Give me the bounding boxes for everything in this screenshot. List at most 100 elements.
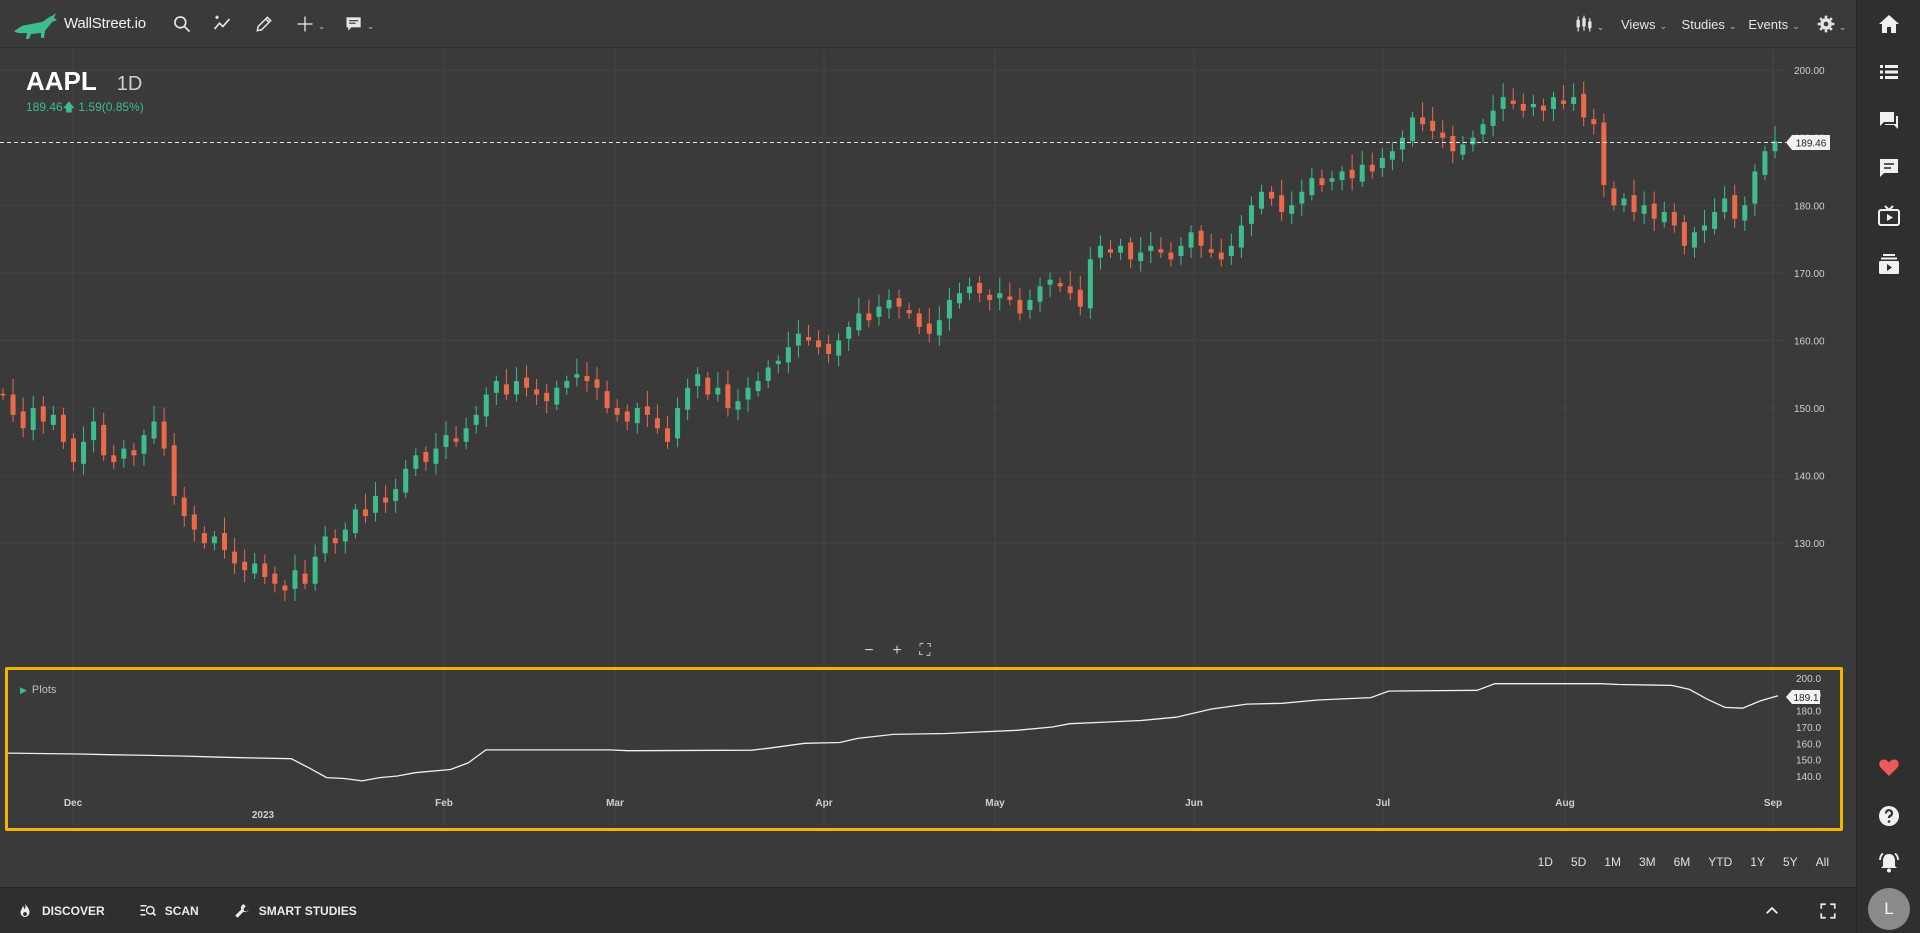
time-axis-label: 2023 <box>252 810 275 821</box>
candle <box>1329 171 1335 191</box>
candle <box>1379 147 1385 177</box>
candle <box>1319 169 1325 193</box>
candle <box>1430 106 1436 140</box>
chevron-down-icon: ⌄ <box>1659 20 1667 31</box>
candle <box>775 355 781 373</box>
candle <box>413 448 419 476</box>
trend-tool-button[interactable] <box>202 0 242 48</box>
time-axis: Dec 2023 Feb Mar Apr May Jun Jul Aug Sep <box>64 798 1782 821</box>
candle <box>906 302 912 319</box>
candle <box>1530 95 1536 117</box>
wrench-icon <box>234 903 249 918</box>
candle <box>30 395 36 441</box>
candle <box>795 319 801 358</box>
price-change-pct: (0.85%) <box>101 100 144 114</box>
range-button[interactable]: 5Y <box>1774 855 1807 869</box>
pencil-icon <box>256 15 272 32</box>
range-button[interactable]: 1D <box>1529 855 1562 869</box>
comments-button[interactable] <box>1875 154 1903 182</box>
study-value-tag-text: 189.1 <box>1793 693 1818 704</box>
zoom-out-icon[interactable]: − <box>862 642 876 660</box>
brand[interactable]: WallStreet.io <box>12 7 162 41</box>
time-axis-label: Aug <box>1555 798 1574 809</box>
candle <box>665 416 670 449</box>
range-button[interactable]: All <box>1807 855 1838 869</box>
candle <box>171 433 177 505</box>
plots-label[interactable]: ▶ Plots <box>20 684 56 696</box>
candle <box>654 404 660 434</box>
smart-studies-button[interactable]: SMART STUDIES <box>233 902 357 920</box>
chart-type-button[interactable]: ⌄ <box>1566 0 1612 48</box>
study-chart[interactable]: 200.0190.0180.0170.0160.0150.0140.0 189.… <box>0 666 1856 836</box>
price-tick-label: 200.00 <box>1794 66 1825 77</box>
annotation-button[interactable]: ⌄ <box>334 0 384 48</box>
price-chart[interactable]: 200.00190.00180.00170.00160.00150.00140.… <box>0 49 1856 666</box>
favorites-button[interactable] <box>1875 753 1903 781</box>
range-button[interactable]: 3M <box>1630 855 1665 869</box>
views-menu[interactable]: Views ⌄ <box>1612 0 1676 48</box>
range-button[interactable]: 1M <box>1595 855 1630 869</box>
scan-button[interactable]: SCAN <box>139 902 199 920</box>
candle <box>1671 203 1677 233</box>
range-button[interactable]: 6M <box>1665 855 1700 869</box>
candle <box>1178 237 1184 265</box>
watchlist-button[interactable] <box>1875 58 1903 86</box>
candle <box>373 482 379 522</box>
candle <box>1540 98 1546 122</box>
candle <box>1259 184 1265 215</box>
candle <box>1077 275 1083 316</box>
symbol-header[interactable]: AAPL 1D <box>26 66 142 97</box>
candle <box>916 308 922 335</box>
ticker-symbol: AAPL <box>26 66 97 96</box>
search-button[interactable] <box>162 0 202 48</box>
candle <box>1470 130 1476 152</box>
candle <box>352 503 358 539</box>
candle <box>1228 233 1234 265</box>
candle <box>60 407 66 449</box>
candle <box>554 380 560 411</box>
crosshair-button[interactable]: ⌄ <box>286 0 334 48</box>
interval-label[interactable]: 1D <box>117 73 143 96</box>
range-button[interactable]: 1Y <box>1741 855 1774 869</box>
draw-tool-button[interactable] <box>242 0 286 48</box>
candle <box>967 277 973 301</box>
candle <box>876 294 882 326</box>
studies-label: Studies <box>1681 16 1725 32</box>
candle <box>433 433 439 475</box>
studies-menu[interactable]: Studies ⌄ <box>1676 0 1742 48</box>
candle <box>453 426 459 448</box>
discover-button[interactable]: DISCOVER <box>16 902 105 920</box>
candle <box>1621 193 1627 213</box>
alerts-button[interactable] <box>1875 849 1903 877</box>
settings-button[interactable]: ⌄ <box>1806 0 1856 48</box>
fullscreen-button[interactable] <box>1800 902 1856 920</box>
events-menu[interactable]: Events ⌄ <box>1742 0 1806 48</box>
plots-label-text: Plots <box>31 684 57 696</box>
list-icon <box>1880 65 1898 79</box>
candle <box>886 289 892 319</box>
time-axis-label: Jun <box>1185 798 1203 809</box>
candle <box>1128 237 1134 269</box>
study-line <box>7 683 1779 782</box>
media-library-button[interactable] <box>1875 250 1903 278</box>
help-button[interactable] <box>1875 802 1903 830</box>
home-button[interactable] <box>1875 10 1903 38</box>
fit-screen-icon[interactable]: ⛶ <box>918 642 932 660</box>
candle <box>393 478 399 514</box>
comment-icon <box>1880 159 1898 177</box>
video-button[interactable] <box>1875 202 1903 230</box>
user-avatar[interactable]: L <box>1868 888 1910 930</box>
range-button[interactable]: 5D <box>1562 855 1595 869</box>
candle <box>252 552 258 579</box>
range-button[interactable]: YTD <box>1699 855 1741 869</box>
candle <box>785 331 791 373</box>
candle <box>151 405 157 444</box>
candle <box>634 402 640 434</box>
expand-panel-button[interactable] <box>1744 902 1800 920</box>
scan-label: SCAN <box>164 903 199 918</box>
bottom-right-controls <box>1744 888 1856 933</box>
zoom-in-icon[interactable]: + <box>890 642 904 660</box>
candle <box>1057 277 1063 292</box>
time-axis-label: Dec <box>64 798 83 809</box>
chat-button[interactable] <box>1875 106 1903 134</box>
